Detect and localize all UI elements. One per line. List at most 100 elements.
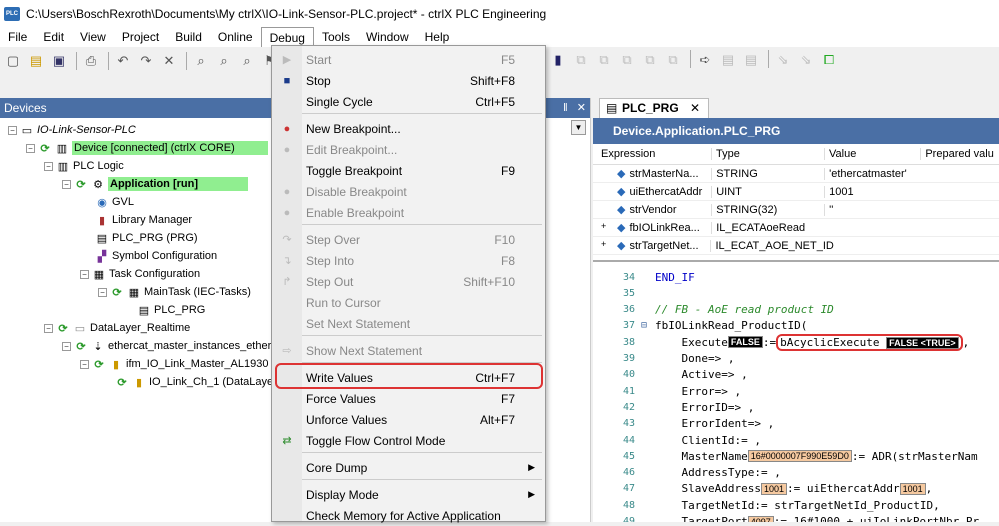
new-file-icon[interactable]: ▢ [3,51,23,71]
panel-dropdown-icon[interactable]: ▼ [571,120,586,135]
monitor-value[interactable]: FALSE [727,336,763,349]
monitor-value[interactable]: 1001 [899,482,926,495]
debug-menu-item-step-into[interactable]: ↴ Step Into F8 [272,250,545,271]
debug-menu-item-single-cycle[interactable]: Single Cycle Ctrl+F5 [272,91,545,112]
code-line[interactable]: 37 ⊟ fbIOLinkRead_ProductID( [593,317,999,335]
debug-menu-item-show-next-statement[interactable]: ⇨ Show Next Statement [272,340,545,361]
tree-node-maintask[interactable]: − ⟳ ▦ MainTask (IEC-Tasks) [98,283,251,301]
find-replace-icon[interactable]: ⌕ [237,51,257,71]
open-folder-icon[interactable]: ▤ [26,51,46,71]
collapse-icon[interactable]: − [98,287,107,297]
debug-menu-item-step-over[interactable]: ↷ Step Over F10 [272,229,545,250]
collapse-icon[interactable]: − [44,323,53,333]
close-tab-icon[interactable]: ✕ [690,99,700,118]
redo-icon[interactable]: ↷ [136,51,156,71]
tree-node-plc-prg[interactable]: ▤ PLC_PRG (PRG) [95,229,198,247]
collapse-icon[interactable]: − [62,341,71,351]
debug-menu-item-core-dump[interactable]: Core Dump ▶ [272,457,545,478]
monitor-value[interactable]: 4097 [747,515,774,522]
find-next-icon[interactable]: ⌕ [214,51,234,71]
write-icon[interactable]: ▤ [718,50,738,70]
debug-menu-item-display-mode[interactable]: Display Mode ▶ [272,484,545,505]
tree-node-maintask-plc-prg[interactable]: ▤ PLC_PRG [137,301,206,319]
column-type[interactable]: Type [710,148,824,160]
debug-menu-item-run-to-cursor[interactable]: Run to Cursor [272,292,545,313]
tree-node-ethercat-master[interactable]: − ⟳ ⇣ ethercat_master_instances_ether [62,337,271,355]
menu-project[interactable]: Project [114,27,167,47]
watch-row[interactable]: + ◆ strTargetNet... IL_ECAT_AOE_NET_ID [593,237,999,255]
code-line[interactable]: 44 ClientId:= , [593,431,999,449]
login-icon[interactable]: ▮ [548,50,568,70]
code-line[interactable]: 43 ErrorIdent=> , [593,415,999,433]
code-editor[interactable]: 34 END_IF 35 36// FB - AoE read product ID 3… [593,262,999,522]
debug-menu-item-toggle-flow-control-mode[interactable]: ⇄ Toggle Flow Control Mode [272,430,545,451]
menu-help[interactable]: Help [417,27,458,47]
reset-icon[interactable]: ⧉ [640,50,660,70]
code-line[interactable]: 38 Execute FALSE:= bAcyclicExecute FALSE … [593,333,999,351]
tree-node-ifm-io-link-master[interactable]: − ⟳ ▮ ifm_IO_Link_Master_AL1930 ( [80,355,275,373]
menu-online[interactable]: Online [210,27,261,47]
code-line[interactable]: 47 SlaveAddress 1001:= uiEthercatAddr 1001… [593,480,999,498]
debug-menu-item-new-breakpoint[interactable]: ● New Breakpoint... [272,118,545,139]
flow-icon[interactable]: ⧠ [819,50,839,70]
compile-icon[interactable]: ⇘ [773,50,793,70]
reset-origin-icon[interactable]: ⧉ [663,50,683,70]
debug-menu-item-check-memory-for-active-application[interactable]: Check Memory for Active Application [272,505,545,526]
tree-node-symbol-configuration[interactable]: ▞ Symbol Configuration [95,247,217,265]
debug-menu-item-unforce-values[interactable]: Unforce Values Alt+F7 [272,409,545,430]
cut-icon[interactable]: ✕ [159,51,179,71]
save-icon[interactable]: ▣ [49,51,69,71]
tree-node-gvl[interactable]: ◉ GVL [95,193,134,211]
next-statement-icon[interactable]: ➪ [695,50,715,70]
menu-build[interactable]: Build [167,27,210,47]
debug-menu-item-toggle-breakpoint[interactable]: Toggle Breakpoint F9 [272,160,545,181]
pin-icon[interactable]: ‖ [563,102,568,114]
monitor-value[interactable]: 16#0000007F990E59D0 [747,450,852,463]
collapse-icon[interactable]: − [44,161,53,171]
debug-menu-item-step-out[interactable]: ↱ Step Out Shift+F10 [272,271,545,292]
collapse-icon[interactable]: − [80,269,89,279]
expand-icon[interactable]: + [601,239,606,249]
collapse-icon[interactable]: − [80,359,89,369]
code-line[interactable]: 46 AddressType:= , [593,464,999,482]
undo-icon[interactable]: ↶ [113,51,133,71]
debug-menu-item-enable-breakpoint[interactable]: ● Enable Breakpoint [272,202,545,223]
column-expression[interactable]: Expression [593,148,711,160]
menu-file[interactable]: File [0,27,35,47]
collapse-icon[interactable]: − [62,179,71,189]
code-line[interactable]: 35 [593,284,999,302]
tree-node-datalayer-realtime[interactable]: − ⟳ ▭ DataLayer_Realtime [44,319,190,337]
debug-menu-item-set-next-statement[interactable]: Set Next Statement [272,313,545,334]
fold-icon[interactable]: ⊟ [641,320,655,331]
tree-node-io-link-ch1[interactable]: ⟳ ▮ IO_Link_Ch_1 (DataLayer [115,373,276,391]
column-value[interactable]: Value [824,148,920,160]
debug-menu-item-start[interactable]: ▶ Start F5 [272,49,545,70]
menu-view[interactable]: View [72,27,114,47]
debug-menu-item-disable-breakpoint[interactable]: ● Disable Breakpoint [272,181,545,202]
code-line[interactable]: 40 Active=> , [593,366,999,384]
watch-row[interactable]: ◆ uiEthercatAddr UINT 1001 [593,183,999,201]
watch-row[interactable]: ◆ strVendor STRING(32) '' [593,201,999,219]
tree-node-device[interactable]: − ⟳ ▥ Device [connected] (ctrlX CORE) [26,139,268,157]
tree-node-library-manager[interactable]: ▮ Library Manager [95,211,192,229]
watch-row[interactable]: + ◆ fbIOLinkRea... IL_ECATAoeRead [593,219,999,237]
menu-edit[interactable]: Edit [35,27,72,47]
code-line[interactable]: 42 ErrorID=> , [593,398,999,416]
online-change-icon[interactable]: ⧉ [617,50,637,70]
code-line[interactable]: 45 MasterName 16#0000007F990E59D0:= ADR(s… [593,447,999,465]
column-prepared-value[interactable]: Prepared valu [920,148,999,160]
collapse-icon[interactable]: − [26,143,35,153]
close-panel-icon[interactable]: ✕ [577,102,586,114]
tree-node-project[interactable]: − ▭ IO-Link-Sensor-PLC [8,121,136,139]
monitor-value[interactable]: 1001 [760,482,788,495]
tab-plc-prg[interactable]: ▤ PLC_PRG ✕ [599,98,709,118]
code-line[interactable]: 36 // FB - AoE read product ID [593,301,999,319]
force-icon[interactable]: ▤ [741,50,761,70]
code-line[interactable]: 49 TargetPort 4097:= 16#1000 + uiIoLinkPo… [593,513,999,522]
menu-tools[interactable]: Tools [314,27,358,47]
collapse-icon[interactable]: − [8,125,17,135]
tree-node-plc-logic[interactable]: − ▥ PLC Logic [44,157,124,175]
debug-menu-item-stop[interactable]: ■ Stop Shift+F8 [272,70,545,91]
expand-icon[interactable]: + [601,221,606,231]
tree-node-application[interactable]: − ⟳ ⚙ Application [run] [62,175,248,193]
